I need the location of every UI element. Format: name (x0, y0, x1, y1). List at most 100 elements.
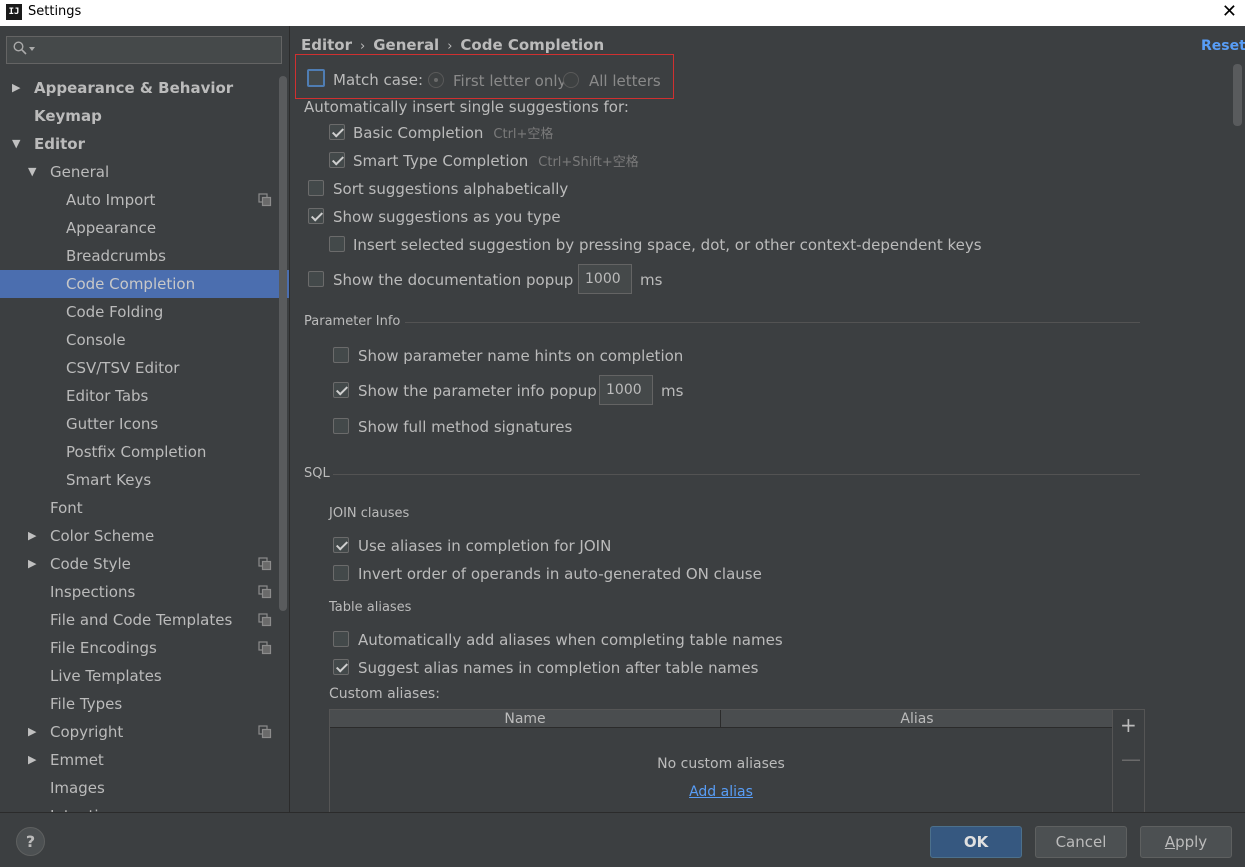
insert-selected-suggestion-label: Insert selected suggestion by pressing s… (353, 236, 982, 254)
column-name-header[interactable]: Name (330, 710, 721, 728)
sidebar-item-emmet[interactable]: ▶ Emmet (0, 746, 289, 774)
collapsed-arrow-icon[interactable]: ▶ (28, 718, 36, 746)
collapsed-arrow-icon[interactable]: ▶ (12, 74, 20, 102)
sidebar-item-code-completion[interactable]: Code Completion (0, 270, 289, 298)
table-toolbar: + — (1113, 709, 1145, 812)
collapsed-arrow-icon[interactable]: ▶ (28, 522, 36, 550)
sidebar-item-label: Code Completion (66, 275, 196, 293)
sidebar-item-label: Inspections (50, 583, 136, 601)
sidebar-scrollbar[interactable] (279, 76, 287, 611)
apply-button[interactable]: Apply (1140, 826, 1232, 858)
sidebar-item-label: Images (50, 779, 105, 797)
sidebar-item-smart-keys[interactable]: Smart Keys (0, 466, 289, 494)
add-icon[interactable]: + (1120, 714, 1137, 736)
invert-order-checkbox[interactable] (333, 565, 349, 581)
show-as-you-type-checkbox[interactable] (308, 208, 324, 224)
sidebar-item-code-folding[interactable]: Code Folding (0, 298, 289, 326)
help-button[interactable]: ? (16, 827, 45, 856)
full-signatures-label: Show full method signatures (358, 418, 573, 436)
expanded-arrow-icon[interactable]: ▼ (12, 130, 20, 158)
basic-completion-label: Basic Completion Ctrl+空格 (353, 123, 553, 143)
first-letter-only-radio[interactable] (428, 72, 444, 88)
table-empty-text: No custom aliases (657, 756, 785, 772)
param-hints-checkbox[interactable] (333, 347, 349, 363)
collapsed-arrow-icon[interactable]: ▶ (28, 746, 36, 774)
doc-popup-unit: ms (640, 271, 663, 289)
search-options-dropdown-icon[interactable] (29, 47, 35, 51)
sidebar-item-breadcrumbs[interactable]: Breadcrumbs (0, 242, 289, 270)
doc-popup-label: Show the documentation popup in (333, 271, 592, 289)
sidebar-item-code-style[interactable]: ▶ Code Style (0, 550, 289, 578)
content-scrollbar[interactable] (1233, 64, 1242, 126)
settings-sidebar: ▶ Appearance & Behavior Keymap ▼ Editor ▼ Gene… (0, 26, 290, 812)
expanded-arrow-icon[interactable]: ▼ (28, 158, 36, 186)
search-input[interactable] (41, 40, 271, 60)
sidebar-item-csv-tsv-editor[interactable]: CSV/TSV Editor (0, 354, 289, 382)
reset-link[interactable]: Reset (1201, 38, 1245, 54)
sidebar-item-inspections[interactable]: Inspections (0, 578, 289, 606)
settings-search[interactable] (6, 36, 282, 64)
match-case-checkbox[interactable] (307, 69, 325, 87)
close-icon[interactable]: ✕ (1222, 1, 1237, 23)
sidebar-item-label: Gutter Icons (66, 415, 159, 433)
sidebar-item-images[interactable]: Images (0, 774, 289, 802)
sidebar-item-keymap[interactable]: Keymap (0, 102, 289, 130)
ok-button[interactable]: OK (930, 826, 1022, 858)
all-letters-radio[interactable] (563, 72, 579, 88)
cancel-button[interactable]: Cancel (1035, 826, 1127, 858)
breadcrumb-editor: Editor (301, 36, 352, 54)
insert-selected-suggestion-checkbox[interactable] (329, 236, 345, 252)
all-letters-label: All letters (589, 72, 661, 90)
sidebar-item-label: Intentions (50, 802, 125, 812)
sidebar-item-label: Smart Keys (66, 471, 152, 489)
auto-add-aliases-checkbox[interactable] (333, 631, 349, 647)
sidebar-item-label: CSV/TSV Editor (66, 359, 180, 377)
basic-completion-checkbox[interactable] (329, 124, 345, 140)
sidebar-item-label: Code Style (50, 555, 131, 573)
sidebar-item-label: Live Templates (50, 667, 162, 685)
full-signatures-checkbox[interactable] (333, 418, 349, 434)
sidebar-item-copyright[interactable]: ▶ Copyright (0, 718, 289, 746)
sidebar-item-label: Auto Import (66, 191, 156, 209)
doc-popup-checkbox[interactable] (308, 271, 324, 287)
sidebar-item-label: Editor (34, 135, 85, 153)
sidebar-item-editor[interactable]: ▼ Editor (0, 130, 289, 158)
sidebar-item-gutter-icons[interactable]: Gutter Icons (0, 410, 289, 438)
invert-order-label: Invert order of operands in auto-generat… (358, 565, 762, 583)
add-alias-link[interactable]: Add alias (330, 784, 1112, 800)
sidebar-item-editor-tabs[interactable]: Editor Tabs (0, 382, 289, 410)
sidebar-item-postfix-completion[interactable]: Postfix Completion (0, 438, 289, 466)
auto-insert-heading: Automatically insert single suggestions … (304, 98, 629, 116)
sidebar-item-file-encodings[interactable]: File Encodings (0, 634, 289, 662)
sidebar-item-label: Appearance (66, 219, 157, 237)
sidebar-item-intentions[interactable]: Intentions (0, 802, 289, 812)
sidebar-item-general[interactable]: ▼ General (0, 158, 289, 186)
sidebar-item-console[interactable]: Console (0, 326, 289, 354)
sidebar-item-auto-import[interactable]: Auto Import (0, 186, 289, 214)
sidebar-item-file-types[interactable]: File Types (0, 690, 289, 718)
collapsed-arrow-icon[interactable]: ▶ (28, 550, 36, 578)
title-bar: IJ Settings ✕ (0, 0, 1245, 26)
param-popup-checkbox[interactable] (333, 382, 349, 398)
param-popup-delay-input[interactable]: 1000 (599, 375, 653, 405)
sidebar-item-label: Font (50, 499, 83, 517)
sidebar-item-color-scheme[interactable]: ▶ Color Scheme (0, 522, 289, 550)
remove-icon: — (1121, 747, 1141, 771)
smart-type-completion-checkbox[interactable] (329, 152, 345, 168)
parameter-info-title: Parameter Info (304, 314, 401, 329)
apply-mnemonic: A (1164, 833, 1176, 851)
sidebar-item-label: General (50, 163, 110, 181)
project-scope-icon (258, 613, 272, 627)
use-aliases-join-checkbox[interactable] (333, 537, 349, 553)
sidebar-item-live-templates[interactable]: Live Templates (0, 662, 289, 690)
sort-alphabetically-checkbox[interactable] (308, 180, 324, 196)
column-alias-header[interactable]: Alias (722, 710, 1112, 728)
sidebar-item-font[interactable]: Font (0, 494, 289, 522)
custom-aliases-label: Custom aliases: (329, 686, 440, 702)
sidebar-item-appearance-behavior[interactable]: ▶ Appearance & Behavior (0, 74, 289, 102)
doc-popup-delay-input[interactable]: 1000 (578, 264, 632, 294)
smart-type-completion-shortcut: Ctrl+Shift+空格 (538, 155, 639, 170)
sidebar-item-file-and-code-templates[interactable]: File and Code Templates (0, 606, 289, 634)
suggest-alias-checkbox[interactable] (333, 659, 349, 675)
sidebar-item-appearance[interactable]: Appearance (0, 214, 289, 242)
